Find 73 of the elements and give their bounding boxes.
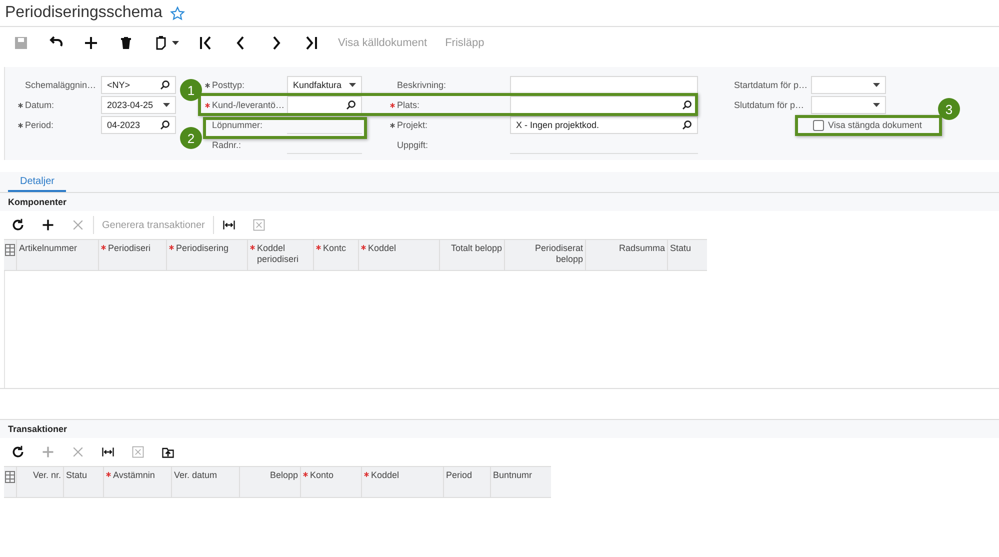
lookup-field[interactable]: 04-2023 bbox=[101, 116, 176, 134]
refresh-icon bbox=[11, 445, 25, 459]
field-label: Uppgift: bbox=[397, 140, 428, 150]
column-settings-icon[interactable] bbox=[5, 471, 15, 483]
column-header[interactable]: Periodiserat belopp bbox=[507, 243, 583, 265]
excel-icon bbox=[252, 218, 266, 232]
close-icon bbox=[71, 218, 85, 232]
refresh-icon bbox=[11, 218, 25, 232]
column-header[interactable]: Periodiseri bbox=[108, 243, 151, 254]
column-header[interactable]: Statu bbox=[66, 470, 88, 481]
plus-icon bbox=[41, 445, 55, 459]
checkbox[interactable] bbox=[813, 120, 824, 130]
field-label: Radnr.: bbox=[212, 140, 242, 150]
fit-columns-icon bbox=[101, 445, 115, 459]
section-title: Transaktioner bbox=[8, 424, 68, 434]
page-title: Periodiseringsschema bbox=[5, 4, 162, 22]
caret-icon bbox=[873, 103, 880, 107]
field-label: Slutdatum för p… bbox=[734, 100, 804, 110]
column-header[interactable]: Periodisering bbox=[176, 243, 229, 254]
column-header[interactable]: Period bbox=[446, 470, 472, 481]
field-label: Schemaläggnin… bbox=[25, 80, 96, 90]
column-header[interactable]: Koddel bbox=[368, 243, 396, 254]
dropdown-field[interactable] bbox=[811, 76, 886, 94]
column-header[interactable]: Ver. nr. bbox=[32, 470, 61, 481]
search-icon bbox=[682, 120, 692, 130]
column-header[interactable]: Avstämnin bbox=[113, 470, 155, 481]
column-header[interactable]: Buntnumr bbox=[493, 470, 532, 481]
column-header[interactable]: Belopp bbox=[270, 470, 298, 481]
fit-columns-icon bbox=[222, 218, 236, 232]
lookup-field[interactable]: X - Ingen projektkod. bbox=[510, 116, 698, 134]
input-field[interactable] bbox=[510, 76, 698, 94]
caret-icon bbox=[172, 41, 179, 45]
caret-icon bbox=[163, 103, 170, 107]
excel-icon bbox=[131, 445, 145, 459]
trash-icon bbox=[118, 35, 134, 51]
dropdown-field[interactable] bbox=[811, 96, 886, 114]
column-settings-icon[interactable] bbox=[5, 244, 15, 256]
column-header[interactable]: Koddel periodiseri bbox=[257, 243, 311, 265]
field-label: Plats: bbox=[397, 100, 420, 110]
column-header[interactable]: Statu bbox=[670, 243, 692, 254]
column-header[interactable]: Ver. datum bbox=[174, 470, 218, 481]
field-label: Period: bbox=[25, 120, 54, 130]
search-icon bbox=[346, 100, 356, 110]
section-title: Komponenter bbox=[8, 197, 66, 207]
column-header[interactable]: Totalt belopp bbox=[450, 243, 502, 254]
plus-icon bbox=[41, 218, 55, 232]
save-icon bbox=[13, 35, 29, 51]
dropdown-field[interactable]: Kundfaktura bbox=[287, 76, 362, 94]
field-label: Beskrivning: bbox=[397, 80, 446, 90]
column-header[interactable]: Radsumma bbox=[618, 243, 665, 254]
column-header[interactable]: Koddel bbox=[371, 470, 400, 481]
search-icon bbox=[682, 100, 692, 110]
field-label: Datum: bbox=[25, 100, 54, 110]
search-icon bbox=[160, 120, 170, 130]
lookup-field[interactable] bbox=[287, 96, 362, 114]
field-label: Startdatum för p… bbox=[734, 80, 808, 90]
search-icon bbox=[160, 80, 170, 90]
column-header[interactable]: Artikelnummer bbox=[19, 243, 78, 254]
field-label: Löpnummer: bbox=[212, 120, 263, 130]
caret-icon bbox=[873, 83, 880, 87]
star-icon[interactable] bbox=[170, 6, 186, 20]
field-label: Kund-/leverantö… bbox=[212, 100, 285, 110]
caret-icon bbox=[349, 83, 356, 87]
upload-icon bbox=[161, 445, 175, 459]
field-label: Posttyp: bbox=[212, 80, 245, 90]
column-header[interactable]: Konto bbox=[310, 470, 334, 481]
lookup-field[interactable]: <NY> bbox=[101, 76, 176, 94]
checkbox-label: Visa stängda dokument bbox=[828, 120, 922, 130]
column-header[interactable]: Kontc bbox=[323, 243, 346, 254]
field-label: Projekt: bbox=[397, 120, 428, 130]
dropdown-field[interactable]: 2023-04-25 bbox=[101, 96, 176, 114]
plus-icon bbox=[83, 35, 99, 51]
close-icon bbox=[71, 445, 85, 459]
